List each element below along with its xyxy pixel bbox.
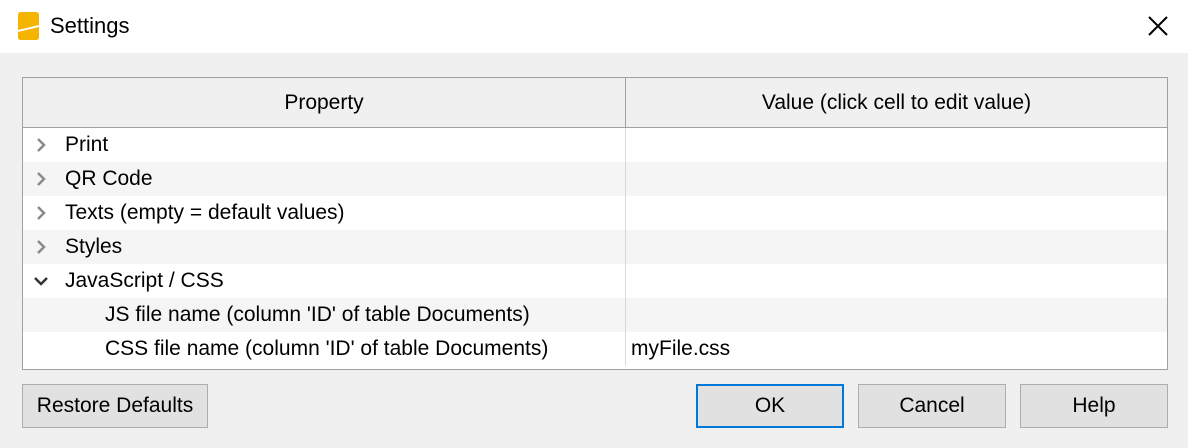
table-row-print[interactable]: Print: [23, 128, 1167, 162]
chevron-right-icon[interactable]: [33, 171, 49, 187]
property-label: Print: [65, 133, 109, 156]
property-cell[interactable]: Texts (empty = default values): [23, 196, 626, 230]
table-row-qr-code[interactable]: QR Code: [23, 162, 1167, 196]
value-cell[interactable]: [626, 196, 1167, 230]
value-cell[interactable]: [626, 298, 1167, 332]
title-bar: Settings: [0, 0, 1188, 53]
chevron-right-icon[interactable]: [33, 137, 49, 153]
table-row-javascript-css[interactable]: JavaScript / CSS: [23, 264, 1167, 298]
cancel-button[interactable]: Cancel: [858, 384, 1006, 428]
property-label: JavaScript / CSS: [65, 269, 224, 292]
table-header: Property Value (click cell to edit value…: [23, 78, 1167, 128]
close-icon: [1148, 16, 1168, 36]
table-row-styles[interactable]: Styles: [23, 230, 1167, 264]
value-cell[interactable]: [626, 230, 1167, 264]
value-cell[interactable]: [626, 128, 1167, 162]
property-label: QR Code: [65, 167, 153, 190]
column-header-value[interactable]: Value (click cell to edit value): [626, 78, 1167, 127]
column-header-property[interactable]: Property: [23, 78, 626, 127]
close-button[interactable]: [1136, 5, 1180, 47]
table-row-js-file-name[interactable]: JS file name (column 'ID' of table Docum…: [23, 298, 1167, 332]
property-label: CSS file name (column 'ID' of table Docu…: [105, 337, 549, 360]
property-cell[interactable]: Print: [23, 128, 626, 162]
property-label: JS file name (column 'ID' of table Docum…: [105, 303, 530, 326]
restore-defaults-button[interactable]: Restore Defaults: [22, 384, 208, 428]
help-button[interactable]: Help: [1020, 384, 1168, 428]
value-cell[interactable]: [626, 264, 1167, 298]
property-cell[interactable]: JavaScript / CSS: [23, 264, 626, 298]
property-cell[interactable]: CSS file name (column 'ID' of table Docu…: [23, 332, 626, 366]
app-logo-icon: [14, 11, 40, 41]
settings-table: Property Value (click cell to edit value…: [22, 77, 1168, 370]
table-row-css-file-name[interactable]: CSS file name (column 'ID' of table Docu…: [23, 332, 1167, 366]
property-cell[interactable]: JS file name (column 'ID' of table Docum…: [23, 298, 626, 332]
property-cell[interactable]: Styles: [23, 230, 626, 264]
chevron-down-icon[interactable]: [33, 273, 49, 289]
property-cell[interactable]: QR Code: [23, 162, 626, 196]
window-title: Settings: [50, 13, 130, 38]
value-cell[interactable]: [626, 162, 1167, 196]
chevron-right-icon[interactable]: [33, 205, 49, 221]
property-label: Styles: [65, 235, 123, 258]
value-cell[interactable]: myFile.css: [626, 332, 1167, 366]
chevron-right-icon[interactable]: [33, 239, 49, 255]
table-row-texts[interactable]: Texts (empty = default values): [23, 196, 1167, 230]
ok-button[interactable]: OK: [696, 384, 844, 428]
property-label: Texts (empty = default values): [65, 201, 345, 224]
